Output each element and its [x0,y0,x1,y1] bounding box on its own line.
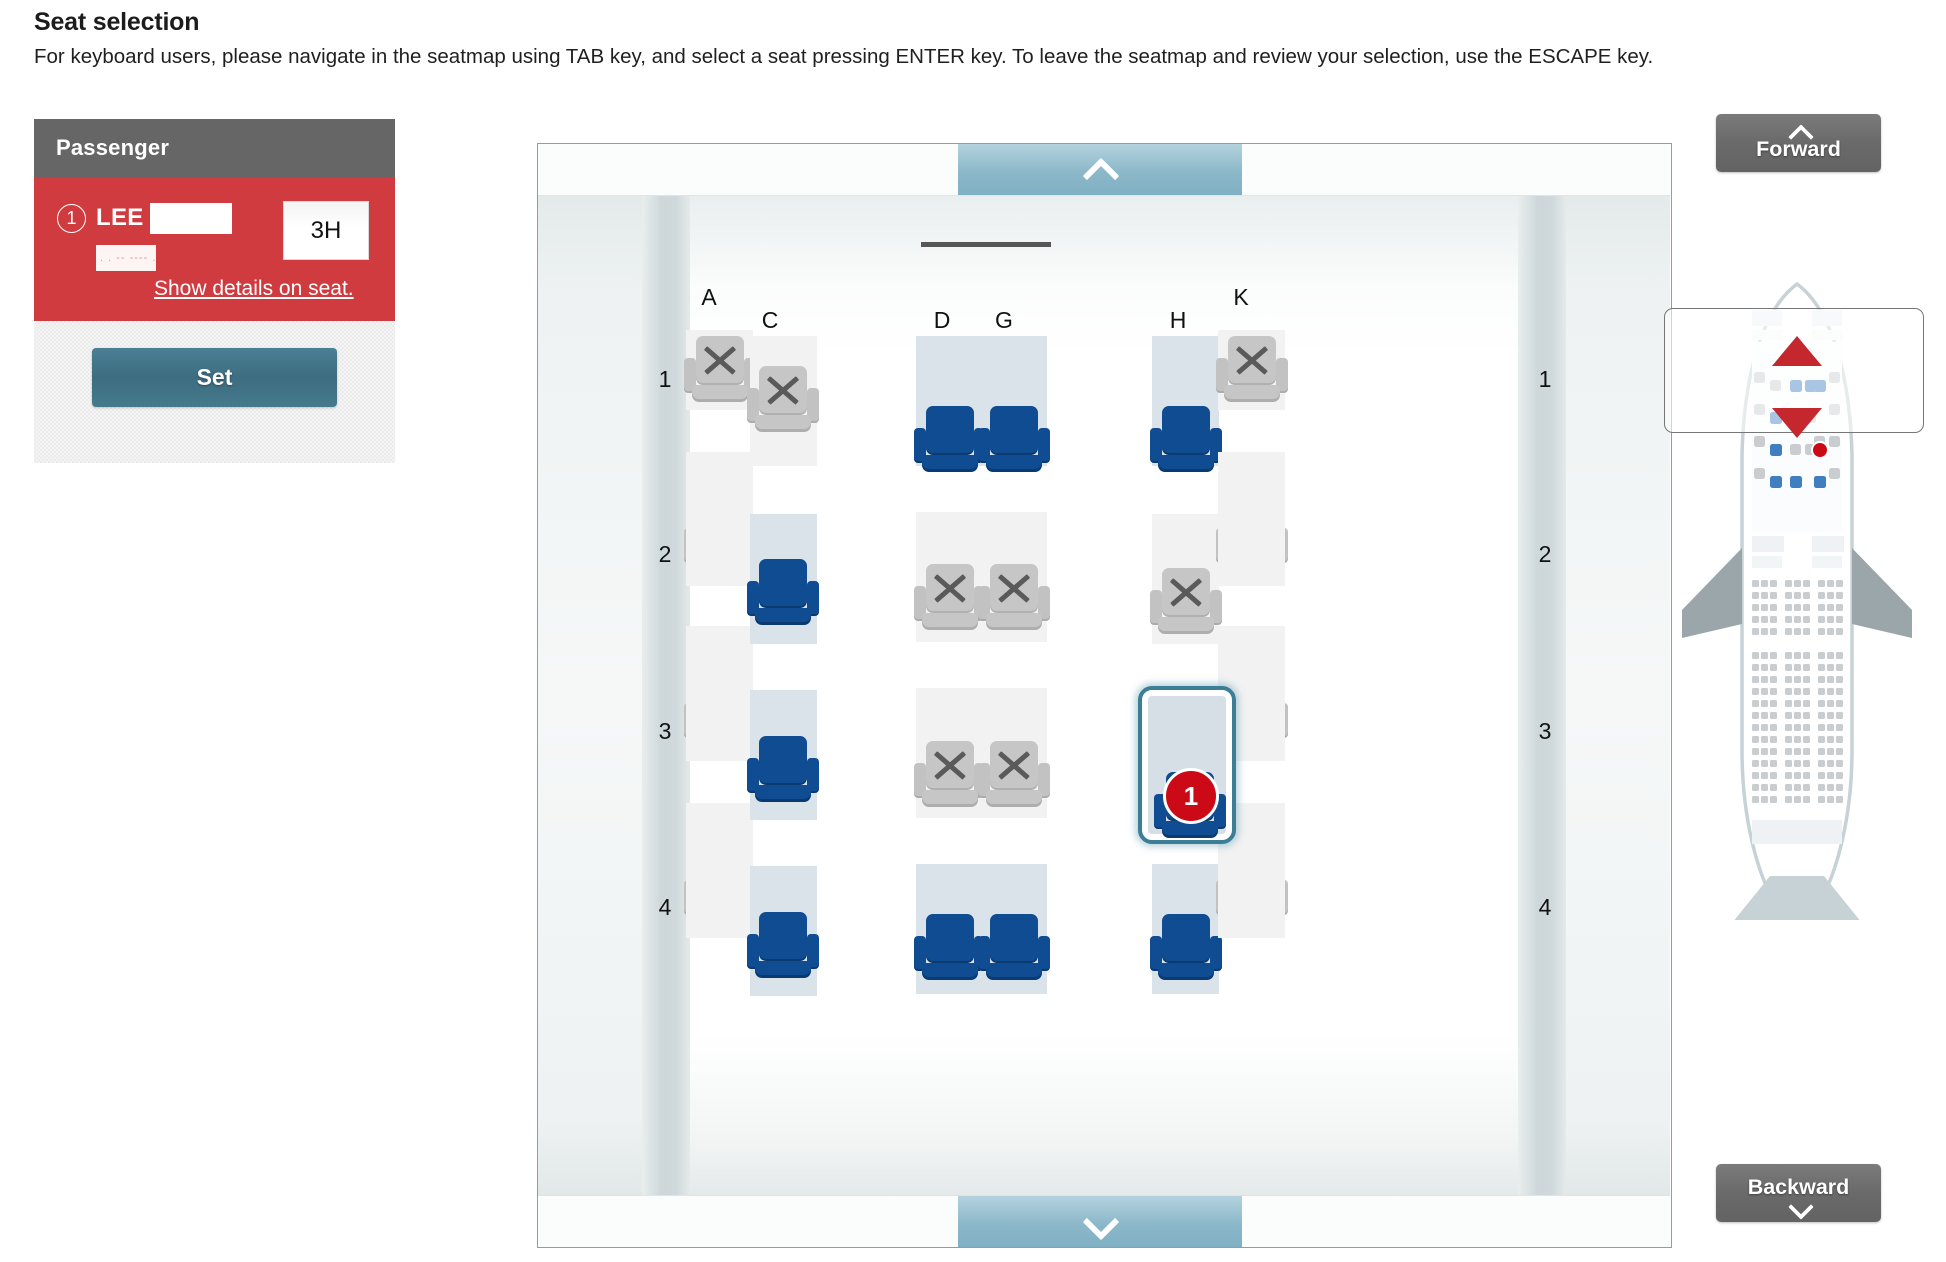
page-title: Seat selection [34,8,200,36]
passenger-secondary-info-redacted: . . -- ---- . -- [96,245,156,271]
seat-cell-2K-b [1218,506,1285,586]
hull-edge-right [1566,196,1670,1195]
chevron-down-icon [1788,1200,1810,1212]
selected-seat-3H[interactable]: 1 [1138,686,1236,844]
seat-1C[interactable] [746,366,820,436]
row-number-right-2: 2 [1538,541,1552,567]
passenger-panel-footer: Set [34,321,395,463]
seat-unavailable-x-icon [764,372,802,408]
column-letter-d: D [933,307,951,333]
passenger-given-name-redacted [150,203,232,234]
seat-unavailable-x-icon [995,570,1033,606]
passenger-row: 1 LEE . . -- ---- . -- 3H Show details o… [34,177,395,321]
row-number-right-4: 4 [1538,894,1552,920]
row-number-left-1: 1 [658,366,672,392]
forward-button[interactable]: Forward [1716,114,1881,172]
set-button[interactable]: Set [92,348,337,407]
seatmap-scroll-bar-top [538,144,1670,196]
seat-4C[interactable] [746,912,820,982]
seat-1H[interactable] [1149,406,1223,476]
column-letter-h: H [1169,307,1187,333]
seat-unavailable-x-icon [995,747,1033,783]
passenger-secondary-info-text: . . -- ---- . -- [100,252,156,264]
column-letter-g: G [995,307,1013,333]
passenger-panel-header: Passenger [34,119,395,177]
page-header: Seat selection For keyboard users, pleas… [34,8,1914,70]
passenger-panel: Passenger 1 LEE . . -- ---- . -- 3H Show… [34,119,395,463]
seat-cell-4K-b [1218,858,1285,938]
column-letter-a: A [701,284,717,310]
chevron-up-icon [1788,125,1810,137]
seat-unavailable-x-icon [931,747,969,783]
seat-1G[interactable] [977,406,1051,476]
hull-edge-left [538,196,642,1195]
cabin-divider-line [921,242,1051,247]
seat-1K[interactable] [1215,336,1289,406]
seat-unavailable-x-icon [701,342,739,378]
seat-3C[interactable] [746,736,820,806]
minimap-selected-seat-marker [1811,441,1829,459]
backward-button[interactable]: Backward [1716,1164,1881,1222]
column-letter-c: C [761,307,779,333]
seat-4D[interactable] [913,914,987,984]
seat-3D[interactable] [913,741,987,811]
seat-cell-2A-b [686,506,753,586]
passenger-number-badge: 1 [57,204,86,233]
seat-unavailable-x-icon [931,570,969,606]
show-seat-details-link[interactable]: Show details on seat. [154,277,354,301]
red-triangle-down-icon [1770,406,1824,440]
seat-3G[interactable] [977,741,1051,811]
seat-2H[interactable] [1149,568,1223,638]
seat-4H[interactable] [1149,914,1223,984]
chevron-up-icon [1085,155,1115,185]
aircraft-overview-diagram[interactable] [1664,280,1928,920]
row-number-left-4: 4 [658,894,672,920]
scroll-up-button[interactable] [958,144,1242,195]
chevron-down-icon [1085,1207,1115,1237]
seat-2D[interactable] [913,564,987,634]
seat-unavailable-x-icon [1167,574,1205,610]
fuselage-wall-right [1518,196,1566,1195]
seat-cell-3A-b [686,681,753,761]
passenger-surname: LEE [96,204,144,231]
seat-4G[interactable] [977,914,1051,984]
seat-cell-4A-b [686,858,753,938]
seatmap-container[interactable]: A C D G H K 1 2 3 4 1 2 3 4 1 [537,143,1672,1248]
row-number-left-2: 2 [658,541,672,567]
seat-unavailable-x-icon [1233,342,1271,378]
row-number-right-1: 1 [1538,366,1552,392]
assigned-seat-badge: 3H [283,201,369,260]
seat-1D[interactable] [913,406,987,476]
seatmap-scroll-bar-bottom [538,1195,1670,1247]
red-triangle-up-icon [1770,334,1824,368]
scroll-down-button[interactable] [958,1196,1242,1247]
cabin-area: A C D G H K 1 2 3 4 1 2 3 4 1 [538,196,1670,1195]
row-number-left-3: 3 [658,718,672,744]
row-number-right-3: 3 [1538,718,1552,744]
column-letter-k: K [1233,284,1249,310]
passenger-seat-marker: 1 [1163,768,1219,824]
seat-2C[interactable] [746,559,820,629]
seat-2G[interactable] [977,564,1051,634]
page-instructions: For keyboard users, please navigate in t… [34,45,1654,68]
